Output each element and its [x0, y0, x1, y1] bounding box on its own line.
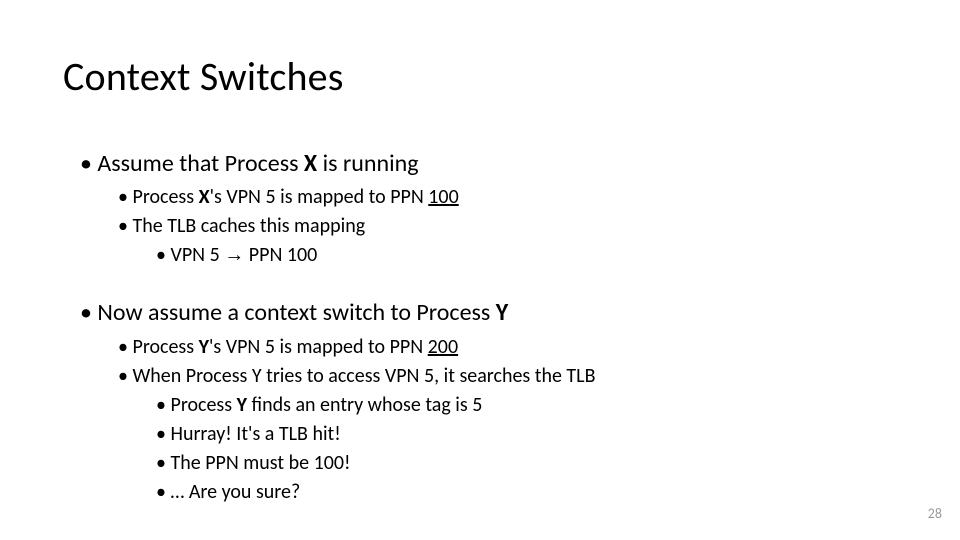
slide-content: Assume that Process X is running Process…	[80, 148, 900, 508]
text-bold: X	[304, 149, 317, 178]
text: 's VPN 5 is mapped to PPN	[210, 185, 429, 209]
arrow-icon: →	[224, 244, 244, 266]
text-bold: X	[199, 185, 210, 209]
bullet-l3-hurray: Hurray! It's a TLB hit!	[156, 421, 900, 448]
text: Process	[132, 335, 198, 359]
bullet-l2-y-access: When Process Y tries to access VPN 5, it…	[118, 363, 900, 390]
text: When Process Y tries to access VPN 5, it…	[132, 364, 595, 388]
text-bold: Y	[199, 335, 209, 359]
text: PPN 100	[244, 243, 317, 267]
spacer	[80, 271, 900, 297]
text-under: 100	[428, 185, 458, 209]
text-bold: Y	[237, 393, 247, 417]
bullet-l3-y-finds-entry: Process Y finds an entry whose tag is 5	[156, 392, 900, 419]
page-number: 28	[928, 505, 942, 522]
text: Process	[132, 185, 198, 209]
text: The PPN must be 100!	[170, 451, 350, 475]
bullet-l3-are-you-sure: … Are you sure?	[156, 479, 900, 506]
text-under: 200	[428, 335, 458, 359]
bullet-l3-vpn-ppn-map: VPN 5 → PPN 100	[156, 242, 900, 269]
bullet-l1-assume-x: Assume that Process X is running	[80, 148, 900, 180]
text: The TLB caches this mapping	[132, 214, 365, 238]
text: … Are you sure?	[170, 480, 300, 504]
text: VPN 5	[170, 243, 224, 267]
bullet-l2-tlb-caches: The TLB caches this mapping	[118, 213, 900, 240]
text: Process	[170, 393, 236, 417]
text: 's VPN 5 is mapped to PPN	[209, 335, 428, 359]
bullet-l2-x-vpn-mapping: Process X's VPN 5 is mapped to PPN 100	[118, 184, 900, 211]
bullet-l2-y-vpn-mapping: Process Y's VPN 5 is mapped to PPN 200	[118, 334, 900, 361]
text: is running	[317, 149, 418, 178]
text: Now assume a context switch to Process	[97, 298, 495, 327]
bullet-l1-switch-y: Now assume a context switch to Process Y	[80, 297, 900, 329]
text-bold: Y	[496, 298, 508, 327]
slide-title: Context Switches	[63, 52, 344, 101]
text: Hurray! It's a TLB hit!	[170, 422, 340, 446]
text: Assume that Process	[97, 149, 304, 178]
text: finds an entry whose tag is 5	[247, 393, 482, 417]
bullet-l3-ppn-100: The PPN must be 100!	[156, 450, 900, 477]
